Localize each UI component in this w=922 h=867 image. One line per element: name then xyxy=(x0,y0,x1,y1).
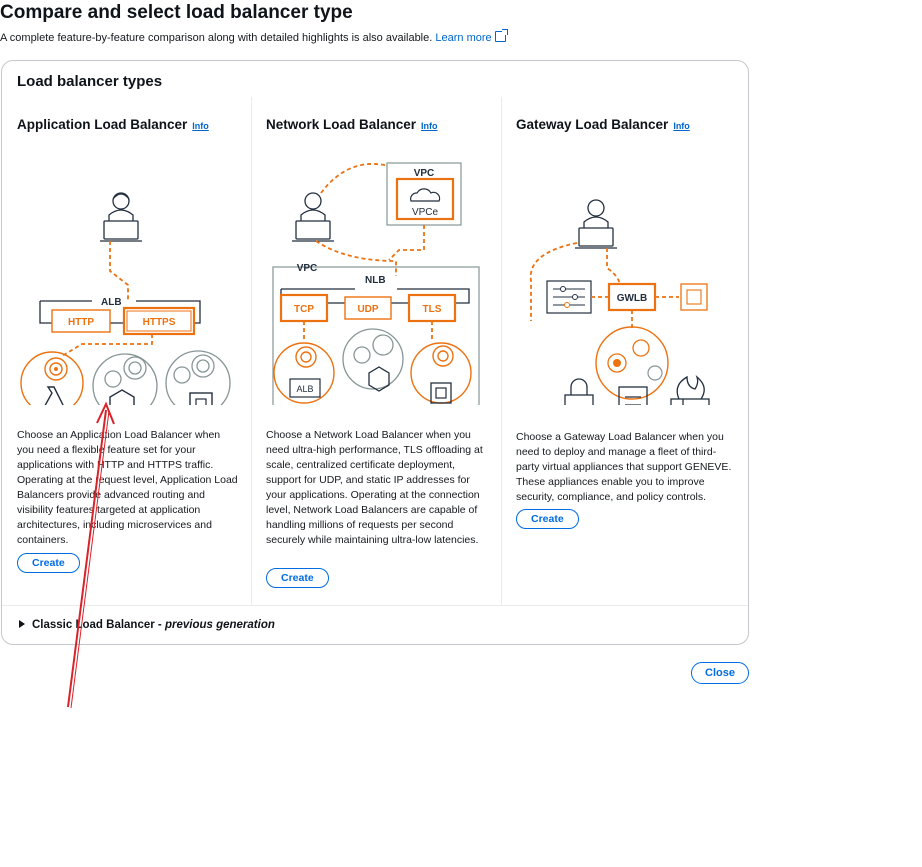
container-target-icon xyxy=(342,328,404,392)
gwlb-diagram: GWLB xyxy=(529,199,710,405)
vpce-label: VPCe xyxy=(412,207,439,218)
alb-target-icon: ALB xyxy=(273,342,335,404)
classic-suffix: previous generation xyxy=(164,619,275,631)
chip-icon xyxy=(680,283,708,311)
vpc-label: VPC xyxy=(297,263,318,274)
firewall-icon xyxy=(670,375,710,405)
tcp-label: TCP xyxy=(294,304,314,315)
vpc-top-label: VPC xyxy=(414,168,435,179)
gwlb-title: Gateway Load Balancer xyxy=(516,117,669,132)
nlb-diagram: VPC VPCe VPC NLB TCP UDP TLS ALB xyxy=(272,162,480,405)
gwlb-description: Choose a Gateway Load Balancer when you … xyxy=(516,431,732,503)
gwlb-create-button[interactable]: Create xyxy=(516,509,579,529)
alb-info-link[interactable]: Info xyxy=(192,121,209,131)
lambda-target-icon xyxy=(20,351,84,405)
close-button[interactable]: Close xyxy=(691,662,749,684)
user-laptop-icon xyxy=(100,192,142,242)
appliance-target-icon xyxy=(595,326,669,400)
alb-description: Choose an Application Load Balancer when… xyxy=(17,429,238,546)
gwlb-info-link[interactable]: Info xyxy=(673,121,690,131)
nlb-description: Choose a Network Load Balancer when you … xyxy=(266,429,483,546)
https-label: HTTPS xyxy=(143,317,176,328)
alb-group-label: ALB xyxy=(101,297,122,308)
external-link-icon xyxy=(494,29,508,42)
chip-target-icon xyxy=(165,350,231,405)
alb-title: Application Load Balancer xyxy=(17,117,188,132)
learn-more-link[interactable]: Learn more xyxy=(435,29,508,44)
card-title: Load balancer types xyxy=(17,73,163,90)
nlb-info-link[interactable]: Info xyxy=(421,121,438,131)
chip-target-icon xyxy=(410,342,472,404)
tls-label: TLS xyxy=(423,304,442,315)
nlb-title: Network Load Balancer xyxy=(266,117,417,132)
user-laptop-icon xyxy=(292,192,334,242)
nlb-column: Network Load Balancer Info VPC VPCe VPC N… xyxy=(251,97,502,605)
alb-create-button[interactable]: Create xyxy=(17,553,80,573)
alb-diagram: ALB HTTP HTTPS xyxy=(20,192,231,405)
load-balancer-types-card: Load balancer types Application Load Bal… xyxy=(1,60,749,645)
udp-label: UDP xyxy=(357,304,378,315)
checklist-icon xyxy=(618,386,648,405)
http-label: HTTP xyxy=(68,317,94,328)
classic-load-balancer-toggle[interactable]: Classic Load Balancer - previous generat… xyxy=(19,619,275,631)
alb-column: Application Load Balancer Info ALB HTTP H… xyxy=(2,97,252,605)
gwlb-label: GWLB xyxy=(617,293,648,304)
classic-label: Classic Load Balancer - xyxy=(32,619,165,631)
subtitle-text: A complete feature-by-feature comparison… xyxy=(0,32,433,44)
page-title: Compare and select load balancer type xyxy=(0,2,353,23)
page-subtitle: A complete feature-by-feature comparison… xyxy=(0,29,508,44)
alb-heading: Application Load Balancer Info xyxy=(17,117,209,132)
caret-right-icon xyxy=(19,620,25,628)
nlb-group-label: NLB xyxy=(365,275,386,286)
gwlb-heading: Gateway Load Balancer Info xyxy=(516,117,690,132)
nlb-heading: Network Load Balancer Info xyxy=(266,117,438,132)
gwlb-column: Gateway Load Balancer Info GWLB Choose a… xyxy=(501,97,749,605)
learn-more-label: Learn more xyxy=(435,32,492,44)
card-divider xyxy=(2,605,748,606)
alb-target-label: ALB xyxy=(296,384,313,394)
nlb-create-button[interactable]: Create xyxy=(266,568,329,588)
container-target-icon xyxy=(92,353,158,405)
lock-icon xyxy=(564,378,594,405)
user-laptop-icon xyxy=(575,199,617,249)
